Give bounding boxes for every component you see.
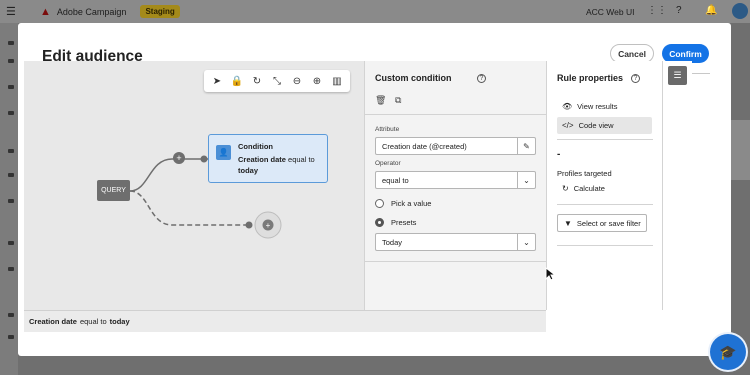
query-canvas[interactable]: ➤ 🔒 ↻ ⤡ ⊖ ⊕ ▥ + + QUERY 👤 Condition Crea… — [24, 61, 364, 310]
help-icon[interactable]: ? — [676, 5, 682, 16]
profiles-targeted-label: Profiles targeted — [557, 169, 612, 178]
background-panel — [731, 120, 750, 180]
svg-text:+: + — [266, 221, 271, 230]
rule-properties-title: Rule properties — [557, 73, 624, 83]
calculate-button[interactable]: ↻ Calculate — [557, 180, 652, 197]
app-switcher-icon[interactable]: ⋮⋮ — [647, 5, 667, 16]
condition-title: Condition — [238, 142, 273, 151]
chevron-down-icon[interactable]: ⌄ — [517, 172, 535, 188]
code-icon: </> — [562, 121, 574, 130]
audience-icon: 👤 — [216, 145, 231, 160]
duplicate-icon[interactable]: ⧉ — [395, 95, 401, 106]
code-view-button[interactable]: </> Code view — [557, 117, 652, 134]
rule-properties-panel: Rule properties ? 👁 View results </> Cod… — [546, 61, 662, 310]
divider — [365, 261, 547, 262]
help-icon[interactable]: ? — [631, 74, 640, 83]
canvas-connectors: + + — [129, 152, 282, 239]
filter-icon: ▼ — [564, 218, 572, 228]
left-nav-rail — [0, 23, 18, 375]
settings-sliders-icon[interactable]: ☰ — [668, 66, 687, 85]
divider — [557, 245, 653, 246]
preset-select[interactable]: Today ⌄ — [375, 233, 536, 251]
hamburger-menu-icon[interactable]: ☰ — [6, 5, 20, 18]
condition-node[interactable]: 👤 Condition Creation date equal to today — [208, 134, 328, 183]
ui-label: ACC Web UI — [586, 6, 635, 17]
avatar[interactable] — [732, 3, 748, 19]
rule-summary: Creation date equal to today — [24, 310, 546, 332]
edit-attribute-icon[interactable]: ✎ — [517, 138, 535, 154]
app-name: Adobe Campaign — [56, 6, 127, 17]
radio-dot[interactable] — [375, 199, 384, 208]
notifications-icon[interactable]: 🔔 — [705, 5, 717, 16]
adobe-logo-icon: ▲ — [40, 5, 51, 18]
custom-condition-title: Custom condition — [375, 73, 452, 83]
operator-select[interactable]: equal to ⌄ — [375, 171, 536, 189]
radio-dot-selected[interactable] — [375, 218, 384, 227]
query-node[interactable]: QUERY — [97, 180, 130, 201]
eye-icon: 👁 — [562, 102, 573, 111]
attribute-field[interactable]: Creation date (@created) ✎ — [375, 137, 536, 155]
pick-value-radio[interactable]: Pick a value — [375, 199, 431, 208]
svg-text:+: + — [176, 153, 181, 163]
presets-radio[interactable]: Presets — [375, 218, 416, 227]
delete-icon[interactable]: 🗑 — [375, 95, 386, 106]
mouse-cursor-icon — [545, 267, 555, 281]
learn-icon[interactable]: 🎓 — [710, 334, 746, 370]
chevron-down-icon[interactable]: ⌄ — [517, 234, 535, 250]
help-icon[interactable]: ? — [477, 74, 486, 83]
divider — [557, 139, 653, 140]
environment-badge: Staging — [140, 5, 180, 18]
right-rail: ☰ — [662, 61, 692, 310]
select-save-filter-button[interactable]: ▼ Select or save filter — [557, 214, 647, 232]
operator-label: Operator — [375, 160, 401, 167]
view-results-button[interactable]: 👁 View results — [557, 98, 652, 115]
condition-description: Creation date equal to today — [238, 155, 315, 175]
app-top-bar: ☰ ▲ Adobe Campaign Staging ACC Web UI ⋮⋮… — [0, 0, 750, 23]
divider — [557, 204, 653, 205]
divider — [365, 114, 547, 115]
profiles-count: - — [557, 149, 561, 160]
attribute-label: Attribute — [375, 126, 400, 133]
refresh-icon: ↻ — [562, 184, 569, 193]
custom-condition-panel: Custom condition ? 🗑 ⧉ Attribute Creatio… — [364, 61, 547, 310]
